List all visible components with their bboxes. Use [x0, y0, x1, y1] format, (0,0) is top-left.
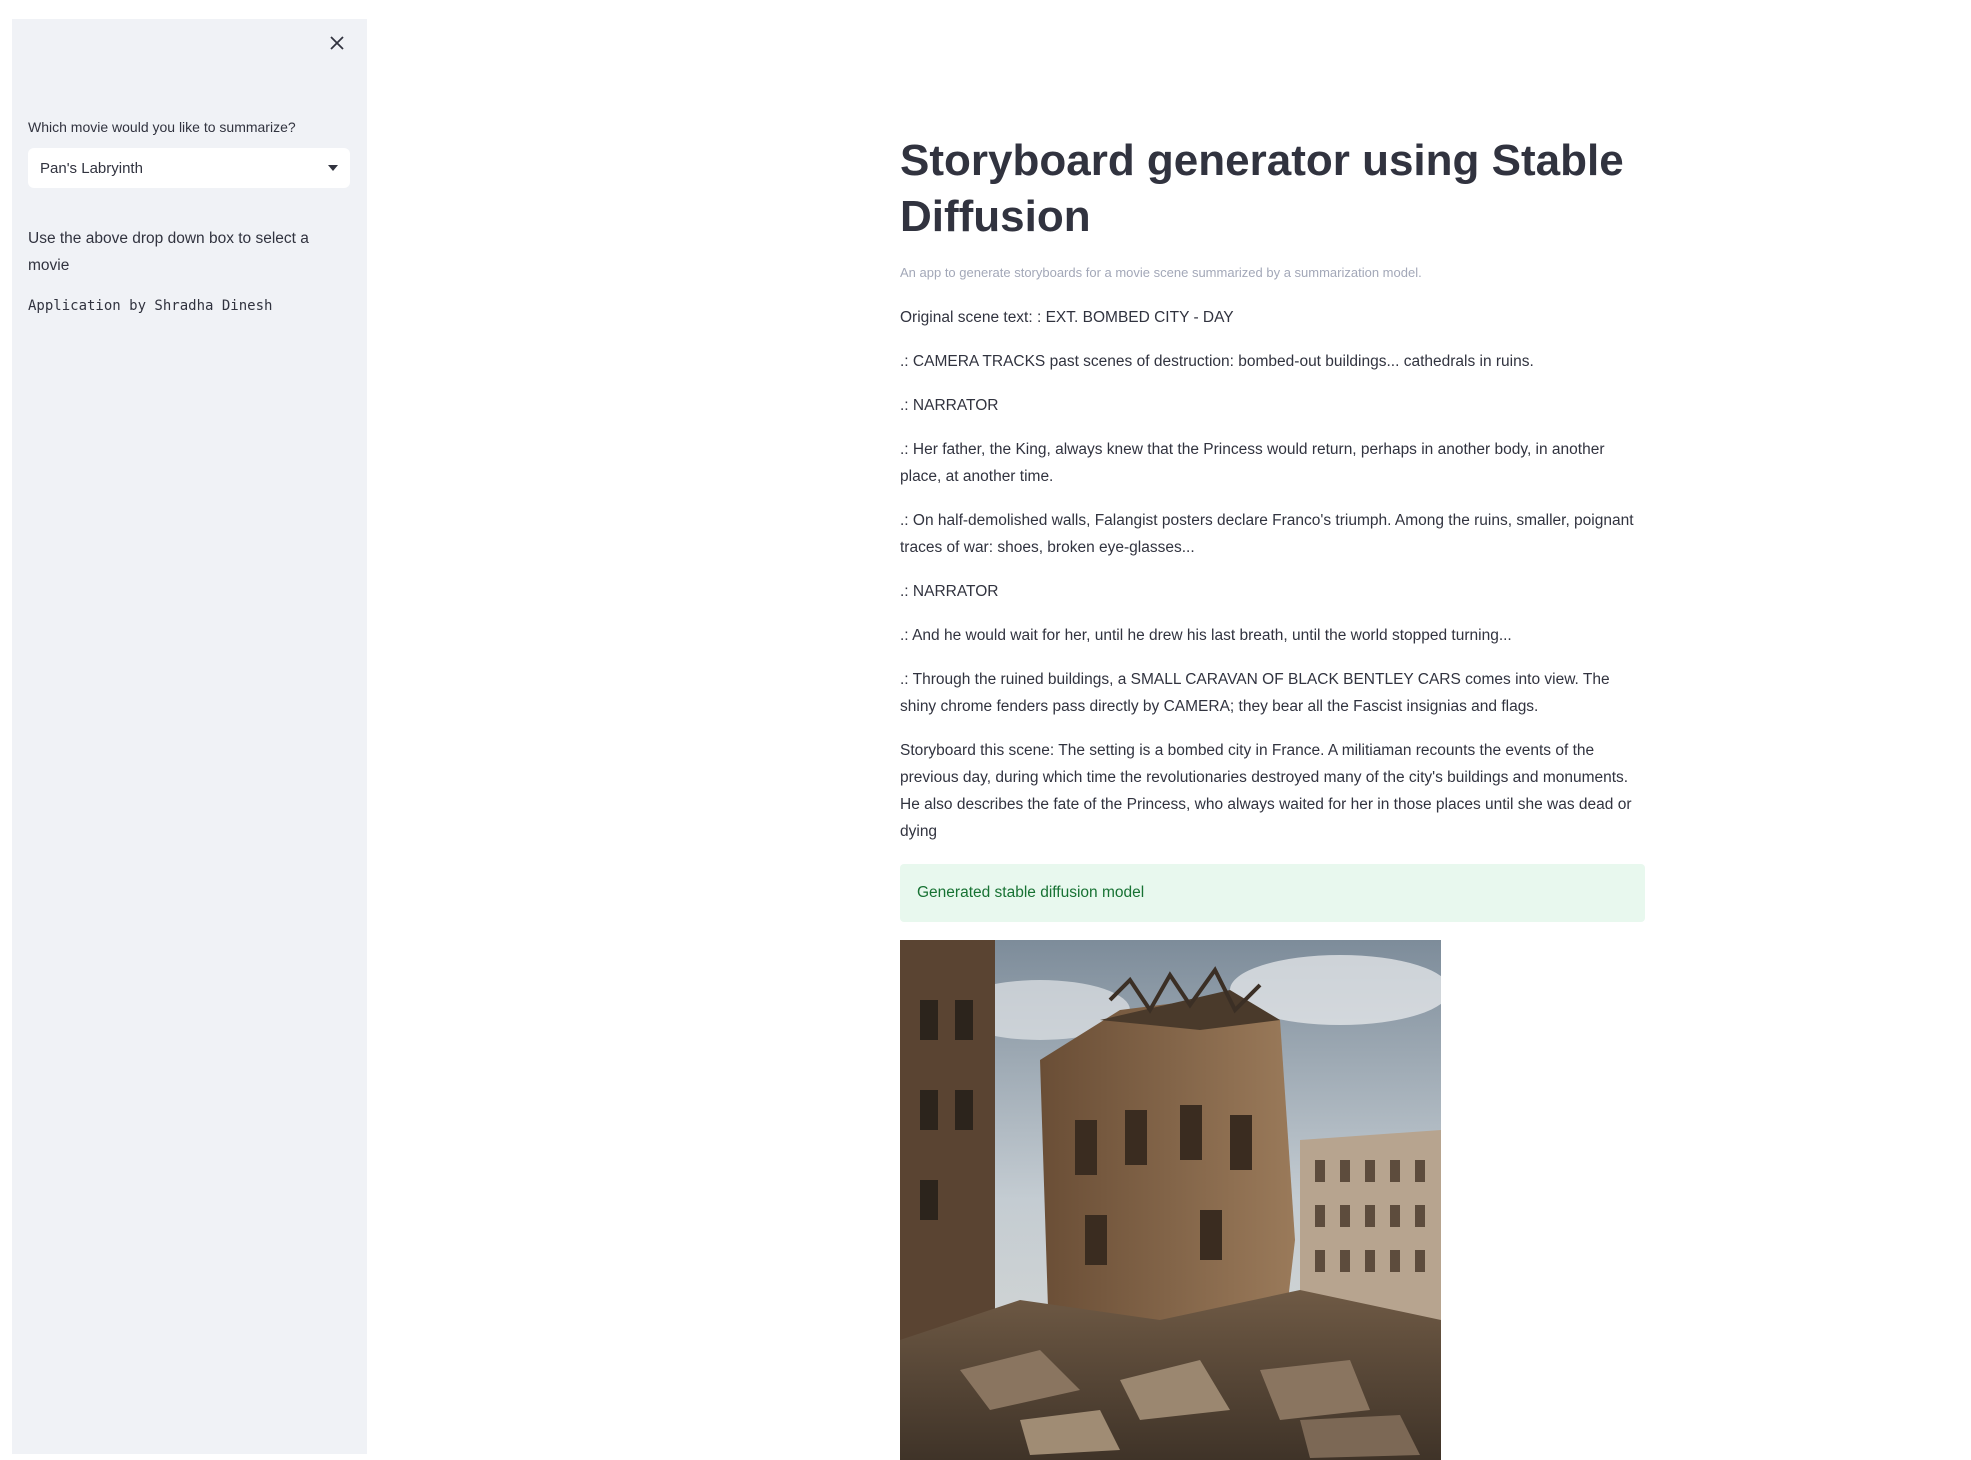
scene-paragraph: .: Through the ruined buildings, a SMALL…	[900, 671, 1610, 715]
success-alert: Generated stable diffusion model	[900, 864, 1645, 922]
close-sidebar-button[interactable]	[321, 27, 353, 59]
scene-paragraph: Original scene text: : EXT. BOMBED CITY …	[900, 309, 1234, 326]
movie-select-value: Pan's Labryinth	[40, 159, 143, 177]
scene-paragraph: .: CAMERA TRACKS past scenes of destruct…	[900, 353, 1534, 370]
scene-paragraph: .: On half-demolished walls, Falangist p…	[900, 512, 1634, 556]
success-message: Generated stable diffusion model	[917, 884, 1145, 901]
page-subtitle: An app to generate storyboards for a mov…	[900, 265, 1422, 280]
movie-select-label: Which movie would you like to summarize?	[28, 119, 296, 135]
close-icon	[330, 36, 344, 50]
scene-paragraph: .: And he would wait for her, until he d…	[900, 627, 1512, 644]
page-title: Storyboard generator using Stable Diffus…	[900, 136, 1624, 241]
scene-paragraph: .: NARRATOR	[900, 397, 999, 414]
scene-paragraph: .: Her father, the King, always knew tha…	[900, 441, 1605, 485]
sidebar-help-text: Use the above drop down box to select a …	[28, 230, 309, 274]
movie-select[interactable]: Pan's Labryinth	[28, 148, 350, 188]
sidebar-credit: Application by Shradha Dinesh	[28, 298, 273, 314]
scene-text: Original scene text: : EXT. BOMBED CITY …	[900, 304, 1645, 862]
scene-paragraph: .: NARRATOR	[900, 583, 999, 600]
sidebar: Which movie would you like to summarize?…	[12, 19, 367, 1454]
generated-storyboard-image	[900, 940, 1441, 1460]
scene-paragraph: Storyboard this scene: The setting is a …	[900, 742, 1632, 840]
chevron-down-icon	[328, 165, 338, 171]
